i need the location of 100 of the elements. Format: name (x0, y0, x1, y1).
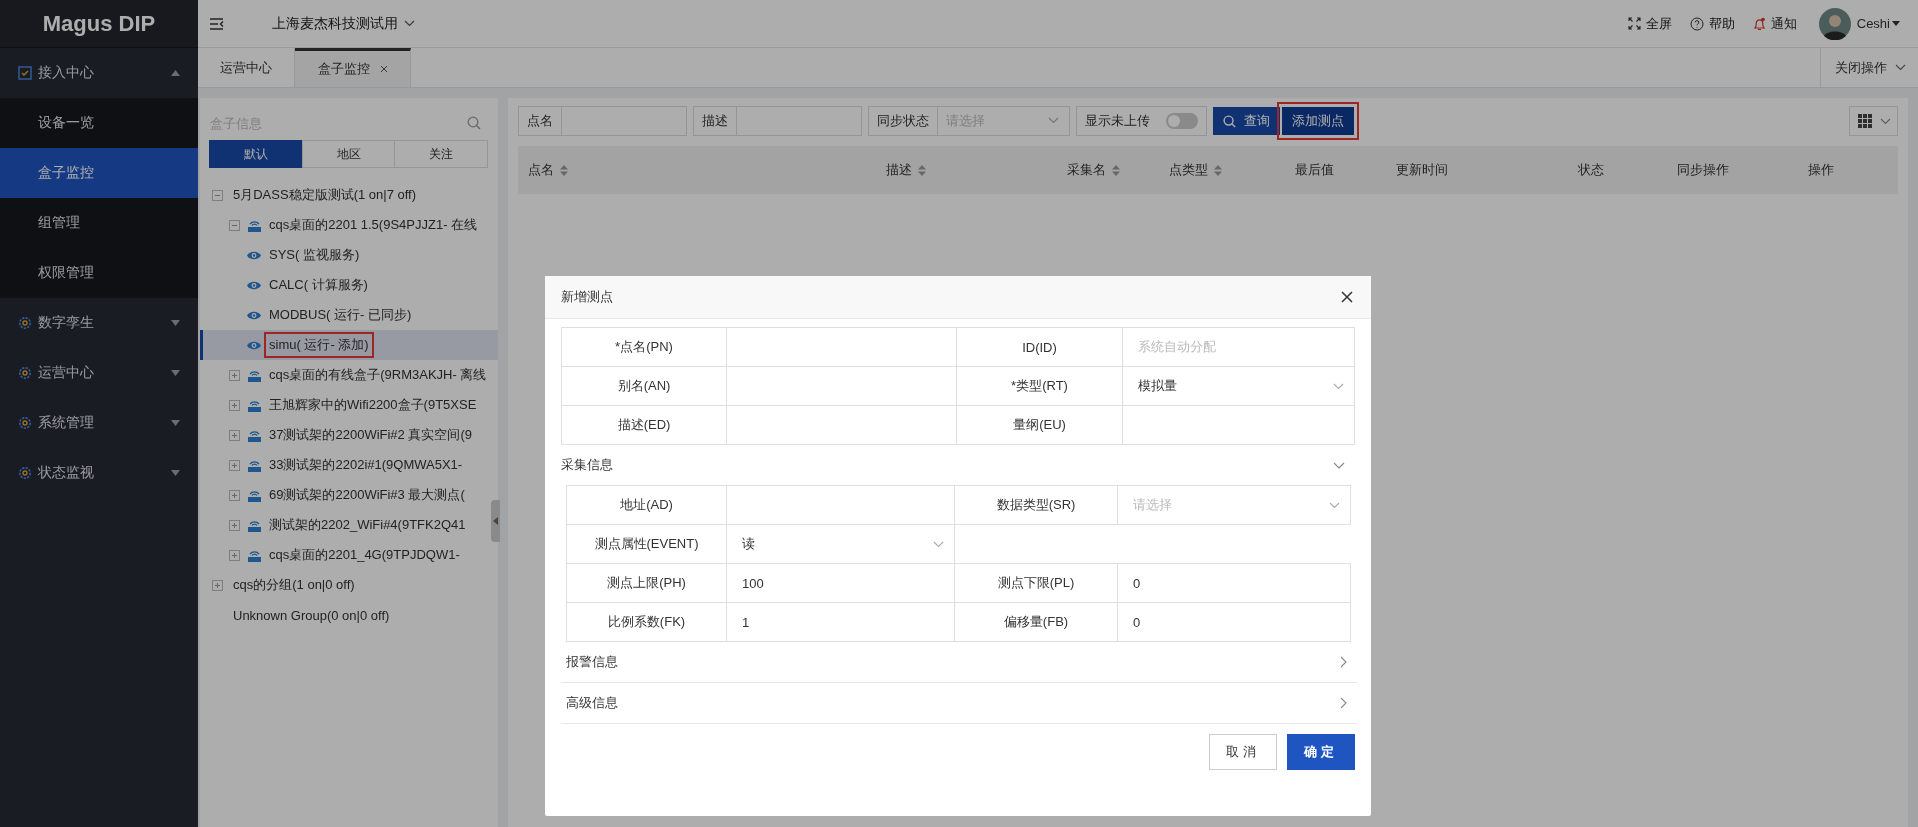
tree-node[interactable]: 5月DASS稳定版测试(1 on|7 off) (230, 184, 420, 206)
sidebar-item[interactable]: 权限管理 (0, 248, 198, 298)
expand-icon[interactable] (229, 369, 240, 381)
app-logo: Magus DIP (0, 0, 198, 48)
gear-icon (18, 316, 32, 330)
select-field[interactable]: 模拟量 (1123, 367, 1355, 406)
close-icon[interactable] (1341, 291, 1353, 303)
cancel-button[interactable]: 取消 (1209, 734, 1277, 770)
column-header[interactable]: 点名 (518, 146, 876, 194)
expand-icon[interactable] (229, 399, 240, 411)
tree-node[interactable]: cqs桌面的2201 1.5(9S4PJJZ1- 在线 (266, 214, 481, 236)
router-icon (247, 518, 262, 532)
input-field[interactable]: 1 (727, 603, 955, 642)
tree-node[interactable]: cqs桌面的2201_4G(9TPJDQW1- (266, 544, 463, 566)
expand-icon[interactable] (229, 429, 240, 441)
expand-icon[interactable] (212, 579, 223, 591)
select-field[interactable]: 读 (727, 525, 955, 564)
expand-icon[interactable] (229, 519, 240, 531)
collapse-handle[interactable] (491, 500, 500, 542)
input-field[interactable] (727, 486, 955, 525)
section-header[interactable]: 采集信息 (561, 445, 1355, 485)
search-button[interactable]: 查询 (1213, 107, 1280, 135)
toggle-switch[interactable] (1166, 113, 1198, 129)
sidebar-item[interactable]: 组管理 (0, 198, 198, 248)
org-selector[interactable]: 上海麦杰科技测试用 (272, 14, 415, 33)
tree-node[interactable]: 测试架的2202_WiFi#4(9TFK2Q41 (266, 514, 469, 536)
close-operations-menu[interactable]: 关闭操作 (1820, 48, 1918, 87)
expand-icon[interactable] (229, 489, 240, 501)
caret-down-icon (171, 320, 180, 326)
input-field[interactable] (727, 367, 957, 406)
page-tab[interactable]: 盒子监控 (295, 48, 411, 87)
tree-node[interactable]: 69测试架的2200WiFi#3 最大测点( (266, 484, 468, 506)
collapse-icon[interactable] (229, 219, 240, 231)
tree-tab[interactable]: 关注 (394, 140, 488, 168)
tree-node[interactable]: 33测试架的2202i#1(9QMWA5X1- (266, 454, 466, 476)
section-header[interactable]: 报警信息 (561, 642, 1357, 683)
sidebar-section[interactable]: 数字孪生 (0, 298, 198, 348)
caret-down-icon (171, 470, 180, 476)
tree-node[interactable]: cqs的分组(1 on|0 off) (230, 574, 358, 596)
column-view-dropdown[interactable] (1849, 106, 1898, 136)
column-header[interactable]: 状态 (1568, 146, 1667, 194)
router-icon (247, 218, 262, 232)
tree-node[interactable]: 37测试架的2200WiFi#2 真实空间(9 (266, 424, 475, 446)
router-icon (247, 368, 262, 382)
search-icon (1223, 114, 1236, 128)
sidebar-section[interactable]: 状态监视 (0, 448, 198, 498)
filter-field[interactable]: 描述 (693, 106, 862, 136)
tree-node[interactable]: 王旭辉家中的Wifi2200盒子(9T5XSE (266, 394, 480, 416)
input-field[interactable] (727, 328, 957, 367)
filter-field[interactable]: 点名 (518, 106, 687, 136)
sidebar-section[interactable]: 接入中心 (0, 48, 198, 98)
field-label: 别名(AN) (562, 367, 727, 406)
field-label: 描述(ED) (562, 406, 727, 445)
column-header[interactable]: 最后值 (1285, 146, 1386, 194)
tree-node[interactable]: Unknown Group(0 on|0 off) (230, 605, 393, 625)
tree-tab[interactable]: 地区 (301, 140, 396, 168)
column-header[interactable]: 描述 (876, 146, 1057, 194)
caret-down-icon (171, 420, 180, 426)
gear-icon (18, 466, 32, 480)
tree-node[interactable]: MODBUS( 运行- 已同步) (266, 304, 415, 326)
column-header[interactable]: 同步操作 (1667, 146, 1798, 194)
expand-icon[interactable] (229, 459, 240, 471)
help-icon (1689, 16, 1704, 31)
column-header[interactable]: 操作 (1798, 146, 1898, 194)
gear-icon (18, 416, 32, 430)
column-header[interactable]: 采集名 (1057, 146, 1159, 194)
toolbar-action[interactable]: 通知 (1752, 14, 1797, 33)
input-field[interactable] (1123, 406, 1355, 445)
column-header[interactable]: 更新时间 (1386, 146, 1568, 194)
menu-icon[interactable] (210, 17, 224, 30)
sidebar-section[interactable]: 运营中心 (0, 348, 198, 398)
confirm-button[interactable]: 确定 (1287, 734, 1355, 770)
filter-label: 显示未上传 (1084, 112, 1151, 130)
expand-icon[interactable] (229, 549, 240, 561)
collapse-icon[interactable] (212, 189, 223, 201)
tree-node[interactable]: CALC( 计算服务) (266, 274, 371, 296)
avatar[interactable] (1818, 7, 1851, 40)
tree-node[interactable]: SYS( 监视服务) (266, 244, 363, 266)
input-field[interactable]: 0 (1118, 564, 1351, 603)
chevron-down-icon (1048, 117, 1059, 124)
tree-node[interactable]: cqs桌面的有线盒子(9RM3AKJH- 离线 (266, 364, 490, 386)
toolbar-action[interactable]: 帮助 (1689, 14, 1735, 33)
input-field[interactable] (727, 406, 957, 445)
chevron-right-icon (1340, 697, 1347, 709)
input-field[interactable]: 100 (727, 564, 955, 603)
section-header[interactable]: 高级信息 (561, 683, 1357, 724)
sidebar-item[interactable]: 设备一览 (0, 98, 198, 148)
router-icon (247, 458, 262, 472)
column-header[interactable]: 点类型 (1159, 146, 1285, 194)
sidebar-section[interactable]: 系统管理 (0, 398, 198, 448)
field-label: 地址(AD) (567, 486, 727, 525)
input-field[interactable]: 0 (1118, 603, 1351, 642)
sidebar-item[interactable]: 盒子监控 (0, 148, 198, 198)
toolbar-action[interactable]: 全屏 (1627, 14, 1672, 33)
chevron-down-icon (404, 20, 415, 27)
eye-icon (246, 249, 262, 261)
tree-tab[interactable]: 默认 (209, 140, 303, 168)
user-menu[interactable]: Ceshi (1856, 16, 1900, 31)
chevron-right-icon (1340, 656, 1347, 668)
eye-icon (246, 309, 262, 321)
